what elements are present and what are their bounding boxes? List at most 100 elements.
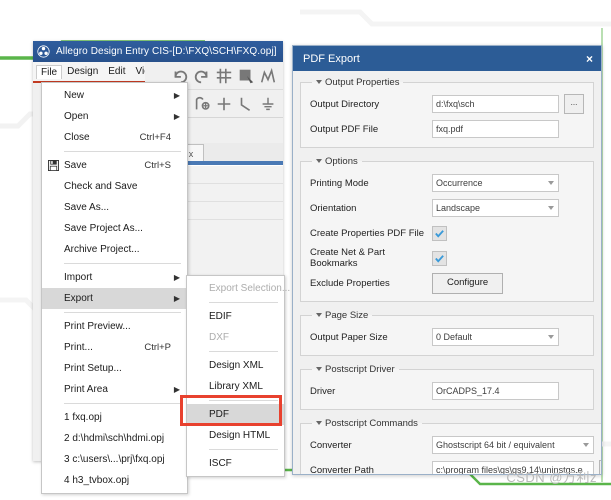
file-menu-item[interactable]: 4 h3_tvbox.opj: [42, 470, 187, 491]
configure-button[interactable]: Configure: [432, 272, 504, 294]
file-menu-item-label: Save Project As...: [64, 223, 143, 234]
chevron-down-icon: [548, 335, 554, 339]
file-menu-item-shortcut: Ctrl+F4: [139, 132, 171, 143]
place-net-alias-icon[interactable]: [193, 95, 211, 113]
export-submenu-item[interactable]: EDIF: [187, 306, 284, 327]
row-orientation: Orientation Landscape: [310, 197, 584, 219]
file-menu-item[interactable]: Print Setup...: [42, 358, 187, 379]
file-menu-item-label: 4 h3_tvbox.opj: [64, 475, 130, 486]
file-menu-item-label: 3 c:\users\...\prj\fxq.opj: [64, 454, 165, 465]
chevron-down-icon: [583, 443, 590, 447]
main-window-titlebar: Allegro Design Entry CIS-[D:\FXQ\SCH\FXQ…: [33, 41, 283, 62]
export-submenu-item[interactable]: Design XML: [187, 355, 284, 376]
create-bookmarks-checkbox[interactable]: [432, 250, 447, 266]
submenu-arrow-icon: ▶: [173, 91, 181, 100]
converter-value: Ghostscript 64 bit / equivalent: [436, 440, 555, 450]
collapse-triangle-icon[interactable]: [316, 367, 322, 372]
file-menu-item[interactable]: Archive Project...: [42, 239, 187, 260]
output-directory-label: Output Directory: [310, 98, 380, 110]
driver-label: Driver: [310, 385, 336, 397]
export-submenu-item[interactable]: Library XML: [187, 376, 284, 397]
orientation-select[interactable]: Landscape: [432, 199, 559, 217]
output-pdf-file-input[interactable]: fxq.pdf: [432, 120, 559, 138]
menu-separator: [64, 403, 181, 404]
submenu-separator: [209, 302, 278, 303]
converter-select[interactable]: Ghostscript 64 bit / equivalent: [432, 436, 595, 454]
export-submenu-item: Export Selection...: [209, 283, 291, 294]
chevron-down-icon: [548, 206, 554, 210]
output-directory-browse-button[interactable]: ...: [564, 94, 584, 114]
row-output-directory: Output Directory d:\fxq\sch ...: [310, 93, 584, 115]
place-ground-icon[interactable]: [259, 95, 277, 113]
file-menu-item[interactable]: Import ▶: [42, 267, 187, 288]
export-submenu-item[interactable]: PDF: [187, 404, 284, 425]
file-menu-item-label: Export: [64, 293, 93, 304]
export-submenu-item[interactable]: ISCF: [187, 453, 284, 474]
file-menu-item[interactable]: Open ▶: [42, 106, 187, 127]
menubar-item-file[interactable]: File: [36, 64, 63, 79]
row-converter: Converter Ghostscript 64 bit / equivalen…: [310, 434, 601, 456]
group-postscript-commands-legend: Postscript Commands: [312, 418, 422, 429]
checkmark-icon: [435, 254, 444, 263]
file-menu-item-label: Check and Save: [64, 181, 138, 192]
printing-mode-select[interactable]: Occurrence: [432, 174, 559, 192]
file-menu-item[interactable]: 2 d:\hdmi\sch\hdmi.opj: [42, 428, 187, 449]
file-menu-item[interactable]: Close Ctrl+F4: [42, 127, 187, 148]
collapse-triangle-icon[interactable]: [316, 421, 322, 426]
file-menu-item-label: Print Setup...: [64, 363, 122, 374]
file-menu-item[interactable]: New ▶: [42, 85, 187, 106]
place-junction-icon[interactable]: [215, 95, 233, 113]
document-header-bar: [176, 161, 283, 165]
row-output-paper-size: Output Paper Size 0 Default: [310, 326, 584, 348]
file-menu-item-label: Print...: [64, 342, 93, 353]
file-menu-item[interactable]: Export ▶: [42, 288, 187, 309]
file-menu-item[interactable]: Print... Ctrl+P: [42, 337, 187, 358]
converter-path-browse-button[interactable]: ...: [599, 460, 601, 474]
file-menu-item[interactable]: Save As...: [42, 197, 187, 218]
file-menu-item-label: Print Area: [64, 384, 108, 395]
collapse-triangle-icon[interactable]: [316, 159, 322, 164]
file-menu-item[interactable]: 1 fxq.opj: [42, 407, 187, 428]
create-properties-pdf-checkbox[interactable]: [432, 225, 447, 241]
file-menu-item-label: 2 d:\hdmi\sch\hdmi.opj: [64, 433, 165, 444]
output-paper-size-value: 0 Default: [436, 332, 473, 342]
file-menu-item[interactable]: Save Project As...: [42, 218, 187, 239]
menubar-item-edit[interactable]: Edit: [103, 64, 130, 79]
collapse-triangle-icon[interactable]: [316, 313, 322, 318]
file-menu-item[interactable]: Check and Save: [42, 176, 187, 197]
grid-snap-icon[interactable]: [215, 67, 233, 85]
file-menu-item[interactable]: Save Ctrl+S: [42, 155, 187, 176]
file-menu-item-label: Open: [64, 111, 89, 122]
main-window-title: Allegro Design Entry CIS-[D:\FXQ\SCH\FXQ…: [56, 46, 277, 57]
doc-row: [176, 202, 283, 220]
annotate-icon[interactable]: [259, 67, 277, 85]
group-page-size: Page Size Output Paper Size 0 Default: [300, 310, 594, 356]
file-menu-item[interactable]: 3 c:\users\...\prj\fxq.opj: [42, 449, 187, 470]
row-create-bookmarks: Create Net & Part Bookmarks: [310, 247, 584, 269]
submenu-arrow-icon: ▶: [173, 294, 181, 303]
submenu-arrow-icon: ▶: [173, 112, 181, 121]
output-paper-size-select[interactable]: 0 Default: [432, 328, 559, 346]
row-exclude-properties: Exclude Properties Configure: [310, 272, 584, 294]
file-menu-item-label: Save: [64, 160, 87, 171]
dialog-titlebar: PDF Export ×: [293, 46, 601, 71]
file-dropdown-menu[interactable]: New ▶ Open ▶ Close Ctrl+F4 Save Ctrl+S Check and…: [41, 82, 188, 494]
export-submenu[interactable]: Export Selection... EDIF DXF Design XML Libr…: [186, 275, 291, 477]
chevron-down-icon: [548, 181, 554, 185]
output-directory-input[interactable]: d:\fxq\sch: [432, 95, 559, 113]
menubar-item-design[interactable]: Design: [62, 64, 103, 79]
file-menu-item-label: New: [64, 90, 85, 101]
file-menu-item-label: Close: [64, 132, 90, 143]
close-icon[interactable]: ×: [586, 53, 593, 65]
file-menu-item[interactable]: Print Preview...: [42, 316, 187, 337]
file-menu-item[interactable]: Print Area ▶: [42, 379, 187, 400]
collapse-triangle-icon[interactable]: [316, 80, 322, 85]
place-bus-entry-icon[interactable]: [237, 95, 255, 113]
export-submenu-item[interactable]: Design HTML: [187, 425, 284, 446]
menu-separator: [64, 312, 181, 313]
redo-icon[interactable]: [193, 67, 211, 85]
place-power-icon[interactable]: [281, 95, 283, 113]
select-area-icon[interactable]: [237, 67, 255, 85]
driver-input[interactable]: OrCADPS_17.4: [432, 382, 559, 400]
converter-path-label: Converter Path: [310, 464, 374, 475]
